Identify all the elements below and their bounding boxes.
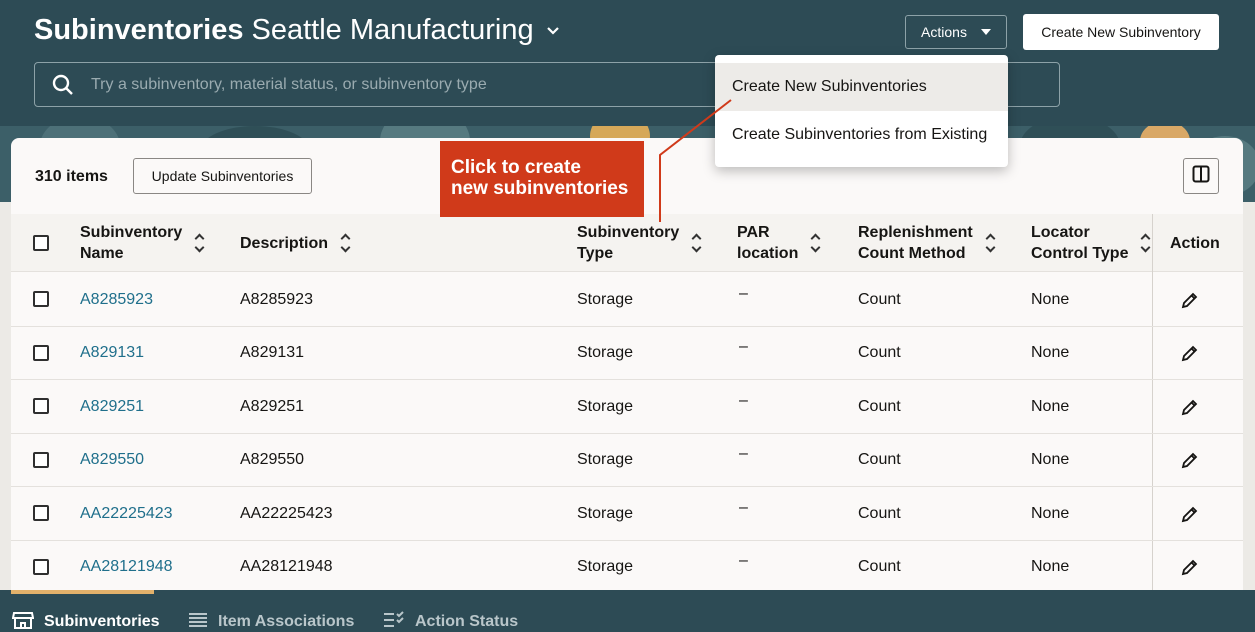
count-method-cell: Count — [858, 451, 901, 468]
locator-control-cell: None — [1031, 344, 1070, 361]
column-header-par-location[interactable]: PAR location — [737, 214, 821, 272]
store-icon — [11, 611, 35, 632]
count-method-cell: Count — [858, 290, 901, 308]
menu-item-create-new-subinventories[interactable]: Create New Subinventories — [715, 63, 1008, 111]
column-header-description[interactable]: Description — [240, 214, 351, 272]
bottom-tab-bar: Subinventories Item Associations Action … — [0, 590, 1255, 632]
par-location-cell: – — [739, 445, 748, 462]
column-header-subinventory-type[interactable]: Subinventory Type — [577, 214, 702, 272]
sort-icon[interactable] — [691, 233, 702, 253]
subinventory-name-link[interactable]: A829550 — [80, 434, 144, 487]
sort-icon[interactable] — [340, 233, 351, 253]
pencil-icon[interactable] — [1179, 327, 1201, 380]
page-header: Subinventories Seattle Manufacturing Act… — [0, 0, 1255, 126]
type-cell: Storage — [577, 451, 634, 468]
sort-icon[interactable] — [810, 233, 821, 253]
locator-control-cell: None — [1031, 397, 1070, 415]
actions-menu: Create New Subinventories Create Subinve… — [715, 55, 1008, 167]
subinventory-name-link[interactable]: AA22225423 — [80, 487, 173, 540]
type-cell: Storage — [577, 344, 634, 361]
description-cell: A829251 — [240, 397, 305, 415]
columns-button[interactable] — [1183, 158, 1219, 194]
select-all-checkbox[interactable] — [33, 235, 49, 251]
tab-item-associations[interactable]: Item Associations — [188, 590, 354, 632]
table-row: A829550 A829550 Storage – Count None — [11, 434, 1243, 487]
type-cell: Storage — [577, 558, 634, 575]
description-cell: A8285923 — [240, 290, 313, 308]
column-header-action: Action — [1170, 234, 1220, 252]
tab-subinventories[interactable]: Subinventories — [11, 590, 160, 632]
search-icon — [35, 74, 91, 96]
count-method-cell: Count — [858, 344, 901, 361]
row-checkbox[interactable] — [33, 398, 49, 414]
par-location-cell: – — [739, 284, 748, 302]
subinventory-name-link[interactable]: A829131 — [80, 327, 144, 380]
type-cell: Storage — [577, 504, 634, 522]
list-icon — [188, 612, 208, 632]
description-cell: AA22225423 — [240, 504, 333, 522]
description-cell: A829131 — [240, 344, 305, 361]
subinventory-name-link[interactable]: A8285923 — [80, 273, 153, 326]
pencil-icon[interactable] — [1179, 541, 1201, 591]
description-cell: A829550 — [240, 451, 305, 468]
pencil-icon[interactable] — [1179, 380, 1201, 433]
row-checkbox[interactable] — [33, 505, 49, 521]
type-cell: Storage — [577, 290, 634, 308]
tab-action-status[interactable]: Action Status — [383, 590, 518, 632]
par-location-cell: – — [739, 338, 748, 355]
checklist-icon — [383, 610, 405, 632]
page-title[interactable]: Subinventories Seattle Manufacturing — [34, 14, 562, 47]
description-cell: AA28121948 — [240, 558, 333, 575]
sort-icon[interactable] — [194, 233, 205, 253]
update-subinventories-button[interactable]: Update Subinventories — [133, 158, 312, 194]
subinventory-name-link[interactable]: AA28121948 — [80, 541, 173, 591]
par-location-cell: – — [739, 552, 748, 569]
table-row: AA22225423 AA22225423 Storage – Count No… — [11, 487, 1243, 541]
actions-button-label: Actions — [921, 24, 967, 40]
row-checkbox[interactable] — [33, 291, 49, 307]
sort-icon[interactable] — [985, 233, 996, 253]
callout-line-1: Click to create — [451, 157, 581, 178]
table-row: A829131 A829131 Storage – Count None — [11, 327, 1243, 380]
locator-control-cell: None — [1031, 504, 1070, 522]
par-location-cell: – — [739, 391, 748, 409]
chevron-down-icon[interactable] — [546, 23, 562, 39]
count-method-cell: Count — [858, 558, 901, 575]
row-checkbox[interactable] — [33, 344, 49, 361]
search-placeholder: Try a subinventory, material status, or … — [91, 75, 487, 93]
callout-line-2: new subinventories — [451, 178, 629, 199]
locator-control-cell: None — [1031, 451, 1070, 468]
page-title-context: Seattle Manufacturing — [251, 14, 534, 46]
table-header: Subinventory Name Description Subinventor… — [11, 214, 1243, 272]
locator-control-cell: None — [1031, 558, 1070, 575]
actions-button[interactable]: Actions — [905, 15, 1007, 49]
table-row: AA28121948 AA28121948 Storage – Count No… — [11, 541, 1243, 591]
count-method-cell: Count — [858, 397, 901, 415]
page-title-main: Subinventories — [34, 14, 244, 46]
column-header-subinventory-name[interactable]: Subinventory Name — [80, 214, 205, 272]
items-count: 310 items — [35, 168, 108, 185]
column-header-locator-control-type[interactable]: Locator Control Type — [1031, 214, 1151, 272]
locator-control-cell: None — [1031, 290, 1070, 308]
subinventory-name-link[interactable]: A829251 — [80, 380, 144, 433]
pencil-icon[interactable] — [1179, 434, 1201, 487]
pencil-icon[interactable] — [1179, 487, 1201, 540]
menu-item-create-from-existing[interactable]: Create Subinventories from Existing — [715, 111, 1008, 159]
instruction-callout: Click to create new subinventories — [440, 141, 644, 217]
table-row: A8285923 A8285923 Storage – Count None — [11, 273, 1243, 327]
create-new-subinventory-button[interactable]: Create New Subinventory — [1023, 14, 1219, 50]
row-checkbox[interactable] — [33, 558, 49, 575]
column-header-replenishment-count-method[interactable]: Replenishment Count Method — [858, 214, 996, 272]
table-row: A829251 A829251 Storage – Count None — [11, 380, 1243, 434]
pencil-icon[interactable] — [1179, 273, 1201, 326]
count-method-cell: Count — [858, 504, 901, 522]
sort-icon[interactable] — [1141, 233, 1151, 253]
row-checkbox[interactable] — [33, 451, 49, 468]
par-location-cell: – — [739, 498, 748, 516]
columns-icon — [1192, 165, 1210, 188]
caret-down-icon — [980, 29, 991, 35]
type-cell: Storage — [577, 397, 634, 415]
